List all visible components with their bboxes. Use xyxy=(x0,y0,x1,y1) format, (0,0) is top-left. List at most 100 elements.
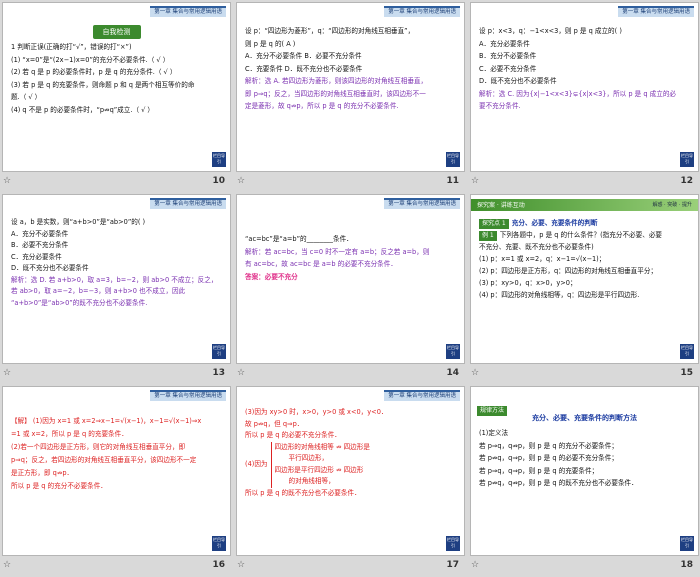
slide-line: C．充要条件 D．既不充分也不必要条件 xyxy=(245,64,363,73)
star-icon[interactable]: ☆ xyxy=(237,368,245,378)
nav-corner-button[interactable]: 栏目导引 xyxy=(212,152,226,167)
slide-line: 解析：若 ac=bc，当 c=0 时不一定有 a=b；反之若 a=b，则 xyxy=(245,247,430,256)
slide-number: 10 xyxy=(212,176,225,186)
slide-line: 设 p：“四边形为菱形”，q：“四边形的对角线互相垂直”， xyxy=(245,27,415,35)
nav-corner-button[interactable]: 栏目导引 xyxy=(680,152,694,167)
star-icon[interactable]: ☆ xyxy=(3,560,11,570)
slide-line: 若 p⇒q，q⇒p，则 p 是 q 的充要条件； xyxy=(479,466,599,475)
slide-line: 解析：选 A. 若四边形为菱形，则该四边形的对角线互相垂直， xyxy=(245,77,428,85)
slide-line: (2)若一个四边形是正方形，则它的对角线互相垂直平分，即 xyxy=(11,443,186,451)
chapter-header: 第一章 集合与常用逻辑用语 xyxy=(384,198,460,209)
star-icon[interactable]: ☆ xyxy=(3,176,11,186)
chapter-header: 第一章 集合与常用逻辑用语 xyxy=(150,390,226,401)
nav-corner-button[interactable]: 栏目导引 xyxy=(212,344,226,359)
chapter-header: 第一章 集合与常用逻辑用语 xyxy=(150,198,226,209)
slide-line: 若 ab>0，取 a=−2，b=−3，则 a+b>0 也不成立，因此 xyxy=(11,287,186,295)
slide-line: p⇒q；反之，若四边形的对角线互相垂直平分，该四边形不一定 xyxy=(11,456,197,464)
chapter-header: 第一章 集合与常用逻辑用语 xyxy=(150,6,226,17)
slide-line: 设 p：x<3，q：−1<x<3，则 p 是 q 成立的( ) xyxy=(479,27,622,35)
star-icon[interactable]: ☆ xyxy=(471,368,479,378)
because-label: (4)因为 xyxy=(245,459,268,468)
slide-thumbnail-18[interactable]: 规律方法 充分、必要、充要条件的判断方法 (1)定义法 若 p⇒q，q⇏p，则 … xyxy=(468,384,700,576)
slide-line: (3)因为 xy>0 时，x>0，y>0 或 x<0，y<0． xyxy=(245,408,388,416)
slide-line: 四边形的对角线相等 ⇏ 四边形是 xyxy=(274,442,370,451)
slide-line: 解析：选 C. 因为{x|−1<x<3}⊊{x|x<3}，所以 p 是 q 成立… xyxy=(479,89,677,98)
slide-line: (3) 若 p 是 q 的充要条件，则命题 p 和 q 是两个相互等价的命 xyxy=(11,80,195,89)
slide-line: C．必要不充分条件 xyxy=(479,64,537,73)
slide-thumbnail-11[interactable]: 第一章 集合与常用逻辑用语 设 p：“四边形为菱形”，q：“四边形的对角线互相垂… xyxy=(234,0,467,192)
answer-line: 答案：必要不充分 xyxy=(245,272,298,281)
slide-thumbnail-13[interactable]: 第一章 集合与常用逻辑用语 设 a，b 是实数，则“a+b>0”是“ab>0”的… xyxy=(0,192,233,384)
slide-line: (1)定义法 xyxy=(479,429,509,437)
star-icon[interactable]: ☆ xyxy=(471,560,479,570)
slide-line: 四边形是平行四边形 ⇏ 四边形 xyxy=(274,465,364,474)
slide-line: 解析：选 D. 若 a+b>0，取 a=3，b=−2，则 ab>0 不成立；反之… xyxy=(11,275,218,284)
section-label: 探究点 1 xyxy=(479,219,509,229)
slide-line: D．既不充分也不必要条件 xyxy=(479,77,557,85)
slide-line: 下列各题中，p 是 q 的什么条件？(指充分不必要、必要 xyxy=(499,231,663,239)
slide-number: 17 xyxy=(446,560,459,570)
slide-number: 16 xyxy=(212,560,225,570)
slide-line: 所以 p 是 q 的既不充分也不必要条件． xyxy=(245,488,361,497)
method-subtitle: 充分、必要、充要条件的判断方法 xyxy=(532,414,637,422)
slide-thumbnail-16[interactable]: 第一章 集合与常用逻辑用语 【解】 (1)因为 x=1 或 x=2⇒x−1=√(… xyxy=(0,384,233,576)
slide-line: 若 p⇏q，q⇏p，则 p 是 q 的既不充分也不必要条件． xyxy=(479,479,638,487)
star-icon[interactable]: ☆ xyxy=(237,560,245,570)
slide-line: 有 ac=bc，故 ac=bc 是 a=b 的必要不充分条件． xyxy=(245,260,397,268)
slide-line: (4) p：四边形的对角线相等，q：四边形是平行四边形. xyxy=(479,291,640,299)
slide-line: (1) p：x=1 或 x=2，q：x−1=√(x−1)； xyxy=(479,255,606,263)
slide-number: 12 xyxy=(680,176,693,186)
star-icon[interactable]: ☆ xyxy=(237,176,245,186)
slide-canvas: 探究案 · 讲练互动 解惑 · 突破 · 提升 探究点 1 充分、必要、充要条件的… xyxy=(470,194,699,364)
nav-corner-button[interactable]: 栏目导引 xyxy=(446,344,460,359)
slide-thumbnail-15[interactable]: 探究案 · 讲练互动 解惑 · 突破 · 提升 探究点 1 充分、必要、充要条件的… xyxy=(468,192,700,384)
nav-corner-button[interactable]: 栏目导引 xyxy=(446,536,460,551)
slide-line: =1 或 x=2，所以 p 是 q 的充要条件． xyxy=(11,430,128,438)
slide-number: 11 xyxy=(446,176,459,186)
slide-canvas: 规律方法 充分、必要、充要条件的判断方法 (1)定义法 若 p⇒q，q⇏p，则 … xyxy=(470,386,699,556)
slide-line: (1) “x=0”是“(2x−1)x=0”的充分不必要条件.（ √ ） xyxy=(11,55,170,64)
star-icon[interactable]: ☆ xyxy=(471,176,479,186)
slide-thumbnail-14[interactable]: 第一章 集合与常用逻辑用语 “ac=bc”是“a=b”的________条件． … xyxy=(234,192,467,384)
slide-canvas: 第一章 集合与常用逻辑用语 设 p：“四边形为菱形”，q：“四边形的对角线互相垂… xyxy=(236,2,465,172)
slide-thumbnail-12[interactable]: 第一章 集合与常用逻辑用语 设 p：x<3，q：−1<x<3，则 p 是 q 成… xyxy=(468,0,700,192)
slide-line: (2) p：四边形是正方形，q：四边形的对角线互相垂直平分； xyxy=(479,267,658,275)
slide-line: 则 p 是 q 的( A ) xyxy=(245,39,296,48)
slide-canvas: 第一章 集合与常用逻辑用语 设 p：x<3，q：−1<x<3，则 p 是 q 成… xyxy=(470,2,699,172)
brace-group: 四边形的对角线相等 ⇏ 四边形是 平行四边形， 四边形是平行四边形 ⇏ 四边形 … xyxy=(270,441,370,488)
slide-line: “ac=bc”是“a=b”的________条件． xyxy=(245,235,353,243)
nav-corner-button[interactable]: 栏目导引 xyxy=(212,536,226,551)
slide-line: A．充分不必要条件 xyxy=(11,229,69,238)
section-badge: 自我检测 xyxy=(92,25,141,39)
slide-line: 若 p⇒q，q⇏p，则 p 是 q 的充分不必要条件； xyxy=(479,441,618,450)
slide-canvas: 第一章 集合与常用逻辑用语 “ac=bc”是“a=b”的________条件． … xyxy=(236,194,465,364)
slide-line: A．充分不必要条件 B．必要不充分条件 xyxy=(245,52,362,60)
slide-thumbnail-10[interactable]: 第一章 集合与常用逻辑用语 自我检测 1 判断正误(正确的打“√”，错误的打“×… xyxy=(0,0,233,192)
nav-corner-button[interactable]: 栏目导引 xyxy=(680,344,694,359)
slide-canvas: 第一章 集合与常用逻辑用语 自我检测 1 判断正误(正确的打“√”，错误的打“×… xyxy=(2,2,231,172)
star-icon[interactable]: ☆ xyxy=(3,368,11,378)
slide-line: B．必要不充分条件 xyxy=(11,241,69,249)
section-tab: 探究案 · 讲练互动 xyxy=(477,202,525,209)
slide-line: D．既不充分也不必要条件 xyxy=(11,264,89,272)
slide-canvas: 第一章 集合与常用逻辑用语 (3)因为 xy>0 时，x>0，y>0 或 x<0… xyxy=(236,386,465,556)
slide-number: 14 xyxy=(446,368,459,378)
slide-line: (2) 若 q 是 p 的必要条件时，p 是 q 的充分条件.（ √ ） xyxy=(11,68,177,76)
chapter-header: 第一章 集合与常用逻辑用语 xyxy=(618,6,694,17)
slide-line: 题.（ √ ） xyxy=(11,93,42,101)
slide-line: 平行四边形， xyxy=(288,454,329,462)
slide-line: “a+b>0”是“ab>0”的既不充分也不必要条件. xyxy=(11,298,148,307)
section-tab-bar: 探究案 · 讲练互动 解惑 · 突破 · 提升 xyxy=(471,199,698,211)
example-label: 例 1 xyxy=(479,231,497,241)
slide-line: 1 判断正误(正确的打“√”，错误的打“×”) xyxy=(11,43,132,51)
slide-line: (4) q 不是 p 的必要条件时，“p⇏q”成立.（ √ ） xyxy=(11,105,155,114)
nav-corner-button[interactable]: 栏目导引 xyxy=(680,536,694,551)
slide-line: 设 a，b 是实数，则“a+b>0”是“ab>0”的( ) xyxy=(11,218,146,226)
slide-line: 所以 p 是 q 的必要不充分条件． xyxy=(245,431,341,439)
slide-line: 不充分、充要、既不充分也不必要条件) xyxy=(479,243,594,251)
slide-thumbnail-17[interactable]: 第一章 集合与常用逻辑用语 (3)因为 xy>0 时，x>0，y>0 或 x<0… xyxy=(234,384,467,576)
slide-number: 15 xyxy=(680,368,693,378)
slide-line: 【解】 (1)因为 x=1 或 x=2⇒x−1=√(x−1)，x−1=√(x−1… xyxy=(11,417,202,425)
section-tab-right: 解惑 · 突破 · 提升 xyxy=(652,202,692,208)
nav-corner-button[interactable]: 栏目导引 xyxy=(446,152,460,167)
